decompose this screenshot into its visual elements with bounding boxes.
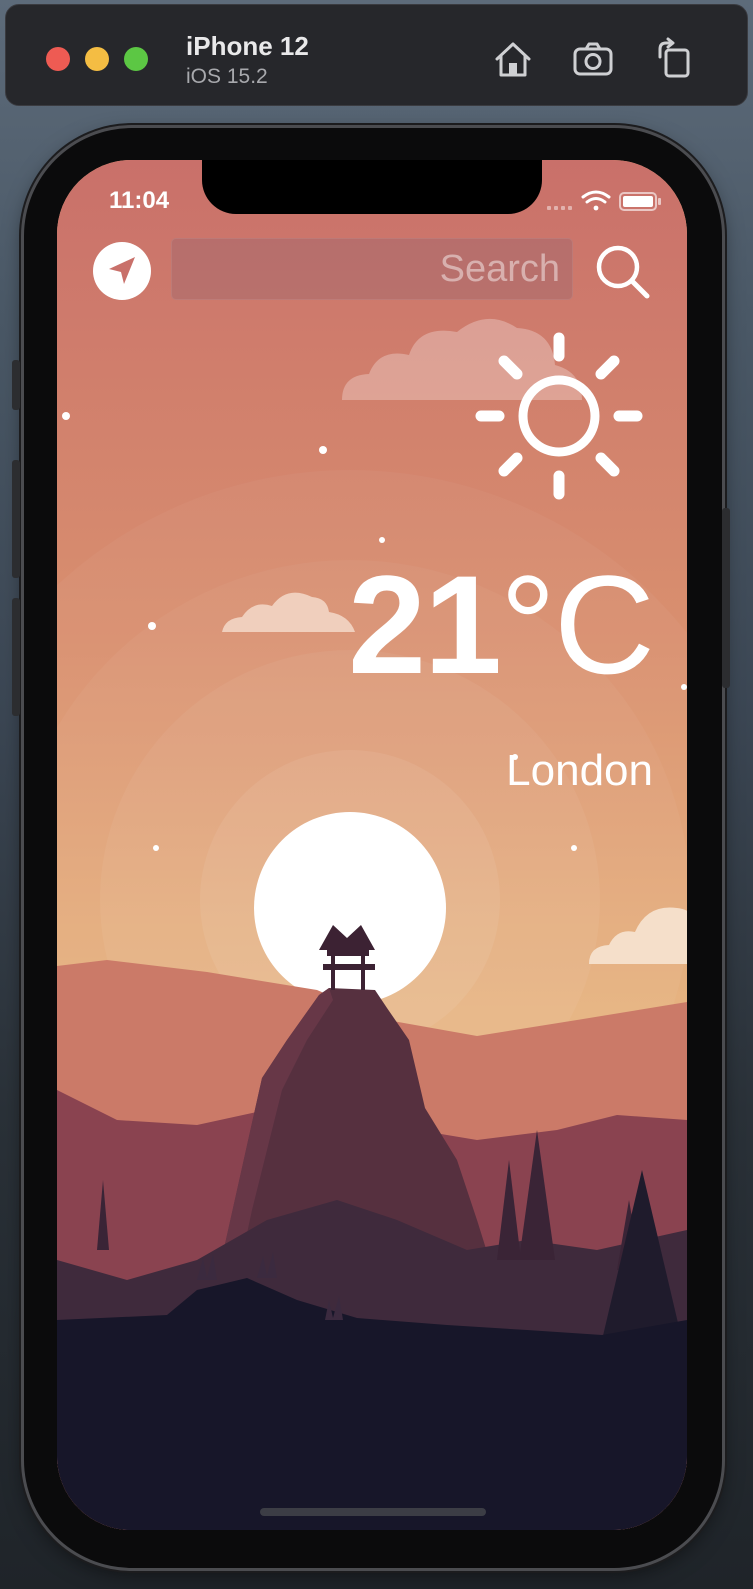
- device-name: iPhone 12: [186, 31, 309, 61]
- home-indicator: [260, 1508, 486, 1516]
- temperature-unit: °C: [499, 546, 655, 703]
- location-arrow-icon: [109, 257, 135, 284]
- mute-switch: [12, 360, 20, 410]
- minimize-window-button[interactable]: [85, 47, 109, 71]
- screenshot-icon[interactable]: [571, 37, 615, 81]
- sun-icon: [475, 332, 643, 500]
- cellular-signal-icon: [547, 206, 572, 210]
- device-os-version: iOS 15.2: [186, 65, 268, 88]
- phone-screen: 11:04 Search 21°C London: [57, 160, 687, 1530]
- volume-down-button: [12, 598, 20, 716]
- status-icons: [547, 190, 661, 211]
- status-time: 11:04: [109, 187, 170, 214]
- rotate-icon[interactable]: [652, 37, 696, 81]
- temperature-value: 21: [348, 546, 502, 703]
- wifi-icon: [581, 190, 611, 211]
- close-window-button[interactable]: [46, 47, 70, 71]
- search-icon[interactable]: [595, 244, 651, 300]
- zoom-window-button[interactable]: [124, 47, 148, 71]
- location-button[interactable]: [93, 242, 151, 300]
- sun-disc: [254, 812, 446, 1004]
- simulator-toolbar: iPhone 12 iOS 15.2: [5, 4, 748, 106]
- search-input[interactable]: [172, 239, 572, 299]
- power-button: [722, 508, 730, 688]
- temperature-label: 21°C: [348, 550, 655, 700]
- search-field[interactable]: [171, 238, 573, 300]
- notch: [202, 160, 542, 214]
- battery-icon: [619, 192, 661, 211]
- city-label: London: [506, 746, 653, 795]
- home-icon[interactable]: [491, 37, 535, 81]
- volume-up-button: [12, 460, 20, 578]
